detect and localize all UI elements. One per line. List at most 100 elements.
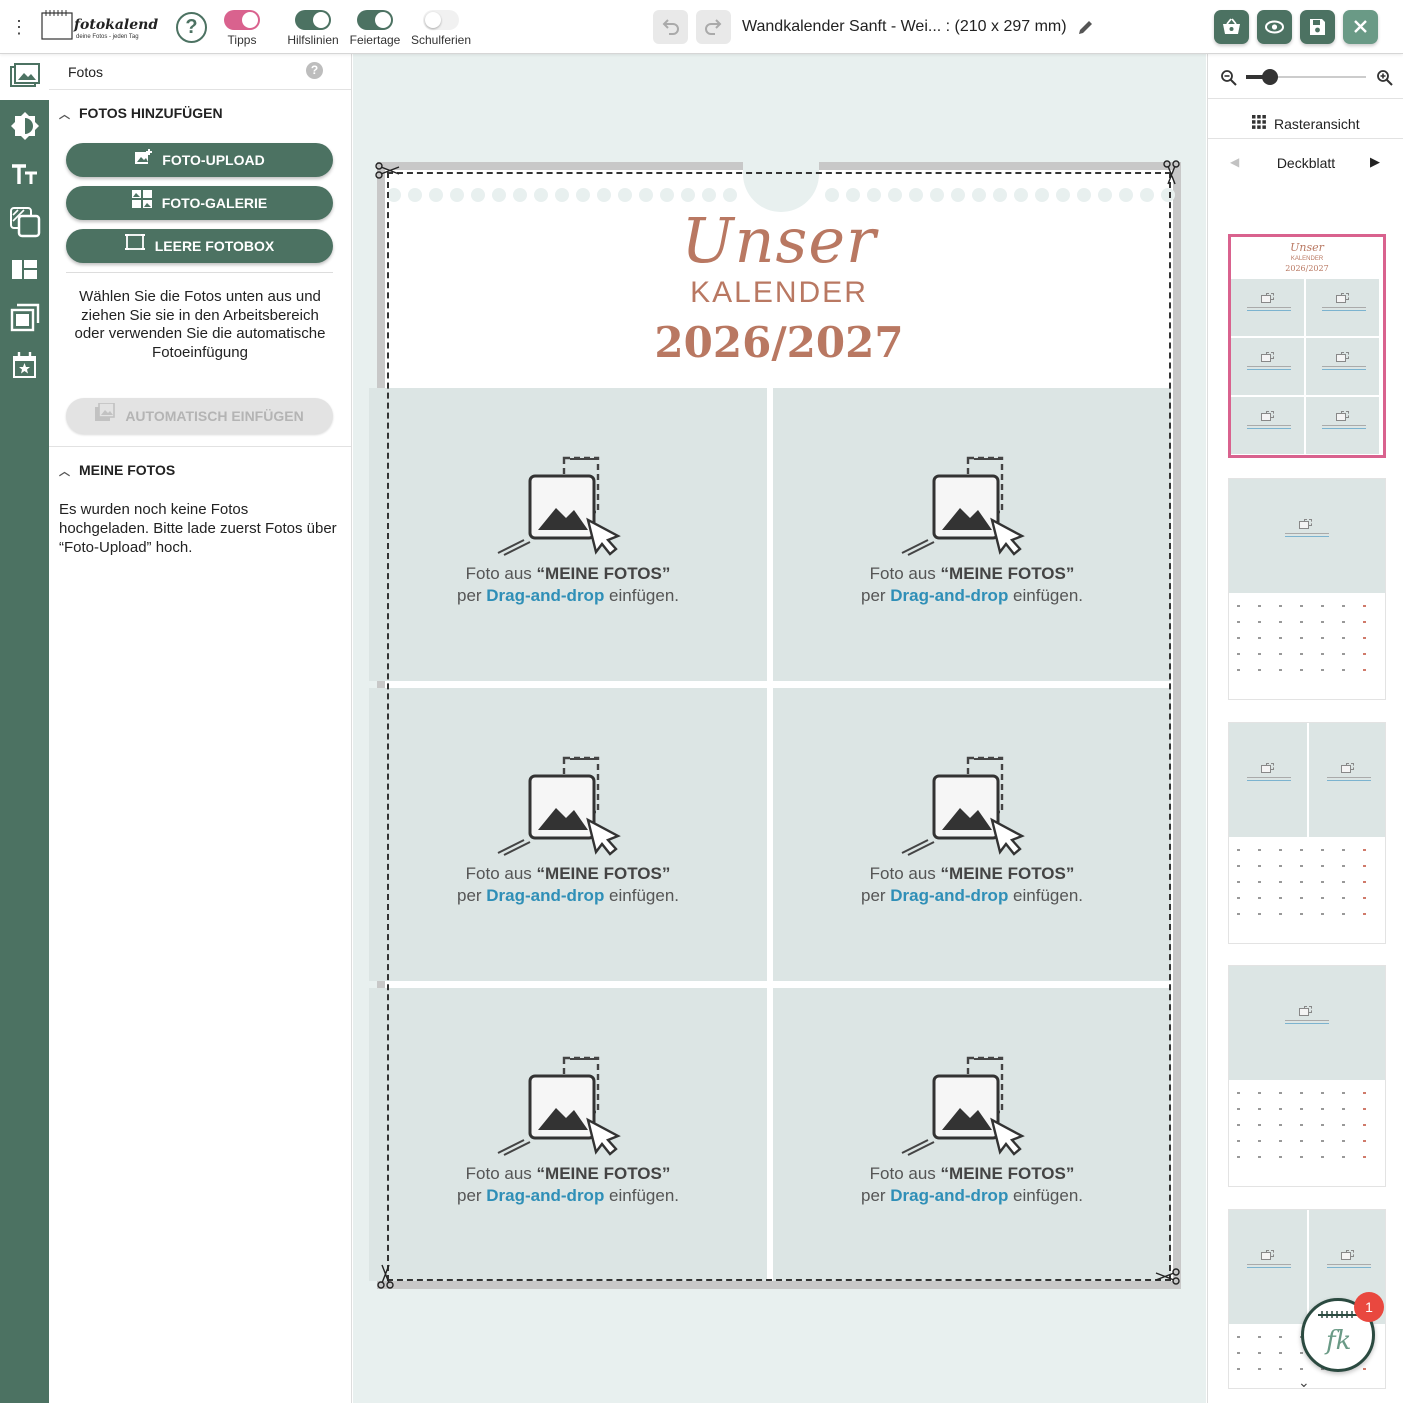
edit-title-pencil-icon[interactable] — [1077, 18, 1095, 36]
upload-image-icon — [134, 143, 153, 177]
thumb-calendar-day — [1300, 865, 1303, 867]
scissors-icon — [377, 1264, 394, 1289]
rail-background[interactable] — [0, 102, 49, 148]
thumb-calendar-day — [1300, 913, 1303, 915]
zoom-slider-handle[interactable] — [1262, 69, 1278, 85]
thumb-calendar-day — [1363, 1156, 1366, 1158]
toggle-switch[interactable] — [295, 10, 331, 30]
thumb-calendar-day — [1321, 1156, 1324, 1158]
photos-panel: Fotos ? ︿ FOTOS HINZUFÜGEN FOTO-UPLOAD FO… — [49, 54, 352, 1403]
svg-text:deine Fotos - jeden Tag: deine Fotos - jeden Tag — [76, 34, 139, 40]
help-button[interactable]: ? — [176, 12, 207, 43]
toggle-tipps[interactable]: Tipps — [222, 10, 262, 47]
toggle-hilfslinien[interactable]: Hilfslinien — [284, 10, 342, 47]
auto-insert-icon — [95, 398, 116, 434]
toggle-label: Hilfslinien — [287, 33, 339, 47]
thumb-calendar-day — [1321, 1108, 1324, 1110]
thumb-calendar-day — [1363, 1108, 1366, 1110]
no-photos-message: Es wurden noch keine Fotos hochgeladen. … — [59, 501, 337, 556]
thumb-calendar-day — [1342, 913, 1345, 915]
thumb-calendar-day — [1258, 913, 1261, 915]
thumb-calendar-day — [1321, 913, 1324, 915]
zoom-in-icon[interactable] — [1376, 69, 1394, 87]
toggle-switch[interactable] — [224, 10, 260, 30]
page-thumbnail[interactable] — [1228, 722, 1386, 944]
toggle-schulferien[interactable]: Schulferien — [408, 10, 474, 47]
thumb-calendar-day — [1258, 1336, 1261, 1338]
thumb-calendar-day — [1363, 1092, 1366, 1094]
toggle-feiertage[interactable]: Feiertage — [346, 10, 404, 47]
thumb-calendar-day — [1363, 913, 1366, 915]
thumb-calendar-day — [1342, 1124, 1345, 1126]
photo-upload-button[interactable]: FOTO-UPLOAD — [66, 143, 333, 177]
auto-insert-button[interactable]: AUTOMATISCH EINFÜGEN — [66, 398, 333, 434]
thumb-calendar-day — [1342, 849, 1345, 851]
thumb-calendar-day — [1237, 913, 1240, 915]
save-button[interactable] — [1300, 10, 1335, 44]
thumb-calendar-day — [1279, 605, 1282, 607]
thumb-calendar-day — [1279, 913, 1282, 915]
thumb-calendar-day — [1237, 1156, 1240, 1158]
page-thumbnail[interactable]: Unser KALENDER 2026/2027 — [1228, 234, 1386, 458]
next-page-icon[interactable]: ▶ — [1370, 154, 1382, 170]
grid-icon — [1252, 115, 1266, 132]
svg-text:fotokalender.com: fotokalender.com — [73, 17, 158, 33]
thumb-title-year: 2026/2027 — [1285, 264, 1329, 273]
thumb-calendar-day — [1300, 621, 1303, 623]
rail-calendar[interactable] — [0, 342, 49, 388]
rail-layout[interactable] — [0, 246, 49, 292]
photo-gallery-button[interactable]: FOTO-GALERIE — [66, 186, 333, 220]
kebab-menu-icon[interactable]: ⋮ — [10, 17, 28, 37]
notification-badge: 1 — [1354, 1292, 1384, 1322]
thumb-calendar-day — [1258, 865, 1261, 867]
rail-layers[interactable] — [0, 198, 49, 244]
thumb-calendar-day — [1258, 621, 1261, 623]
basket-button[interactable] — [1214, 10, 1249, 44]
thumb-calendar-day — [1342, 1156, 1345, 1158]
close-button[interactable] — [1343, 10, 1378, 44]
instructions-text: Wählen Sie die Fotos unten aus und ziehe… — [74, 288, 326, 361]
document-title: Wandkalender Sanft - Wei... : (210 x 297… — [742, 18, 1067, 35]
thumb-calendar-day — [1258, 1108, 1261, 1110]
toggle-switch[interactable] — [423, 10, 459, 30]
workspace[interactable]: Unser KALENDER 2026/2027 Foto aus “MEINE… — [353, 54, 1206, 1403]
save-icon — [1310, 19, 1325, 35]
panel-help-icon[interactable]: ? — [306, 62, 323, 79]
rail-text[interactable] — [0, 150, 49, 196]
thumb-calendar-day — [1237, 881, 1240, 883]
grid-view-button[interactable]: Rasteransicht — [1252, 115, 1360, 132]
thumb-calendar-day — [1237, 1140, 1240, 1142]
thumb-calendar-day — [1321, 849, 1324, 851]
rail-frames[interactable] — [0, 294, 49, 340]
thumb-calendar-day — [1363, 669, 1366, 671]
redo-icon — [705, 19, 722, 35]
thumb-calendar-day — [1237, 1092, 1240, 1094]
top-bar: ⋮ fotokalender.com deine Fotos - jeden T… — [0, 0, 1403, 54]
toggle-label: Tipps — [227, 33, 257, 47]
scroll-down-chevron-icon[interactable]: ⌄ — [1298, 1374, 1314, 1390]
thumb-calendar-day — [1258, 669, 1261, 671]
thumb-calendar-day — [1279, 1352, 1282, 1354]
undo-button[interactable] — [653, 10, 688, 44]
empty-photobox-button[interactable]: LEERE FOTOBOX — [66, 229, 333, 263]
thumb-calendar-day — [1237, 669, 1240, 671]
thumb-calendar-day — [1237, 849, 1240, 851]
preview-button[interactable] — [1257, 10, 1292, 44]
thumb-calendar-day — [1363, 849, 1366, 851]
section-add-photos[interactable]: ︿ FOTOS HINZUFÜGEN — [59, 105, 223, 122]
page-thumbnail[interactable] — [1228, 965, 1386, 1187]
scissors-icon — [1163, 160, 1180, 185]
rail-photos[interactable] — [0, 54, 49, 100]
toggle-switch[interactable] — [357, 10, 393, 30]
page-thumbnail[interactable] — [1228, 478, 1386, 700]
grid-view-label: Rasteransicht — [1274, 116, 1360, 132]
section-my-photos[interactable]: ︿ MEINE FOTOS — [59, 462, 175, 479]
thumb-calendar-day — [1363, 881, 1366, 883]
photo-gallery-label: FOTO-GALERIE — [161, 195, 268, 211]
zoom-out-icon[interactable] — [1220, 69, 1238, 87]
redo-button[interactable] — [696, 10, 731, 44]
background-icon — [11, 112, 39, 140]
thumb-calendar-day — [1363, 897, 1366, 899]
thumb-calendar-day — [1363, 653, 1366, 655]
frames-icon — [10, 303, 40, 332]
